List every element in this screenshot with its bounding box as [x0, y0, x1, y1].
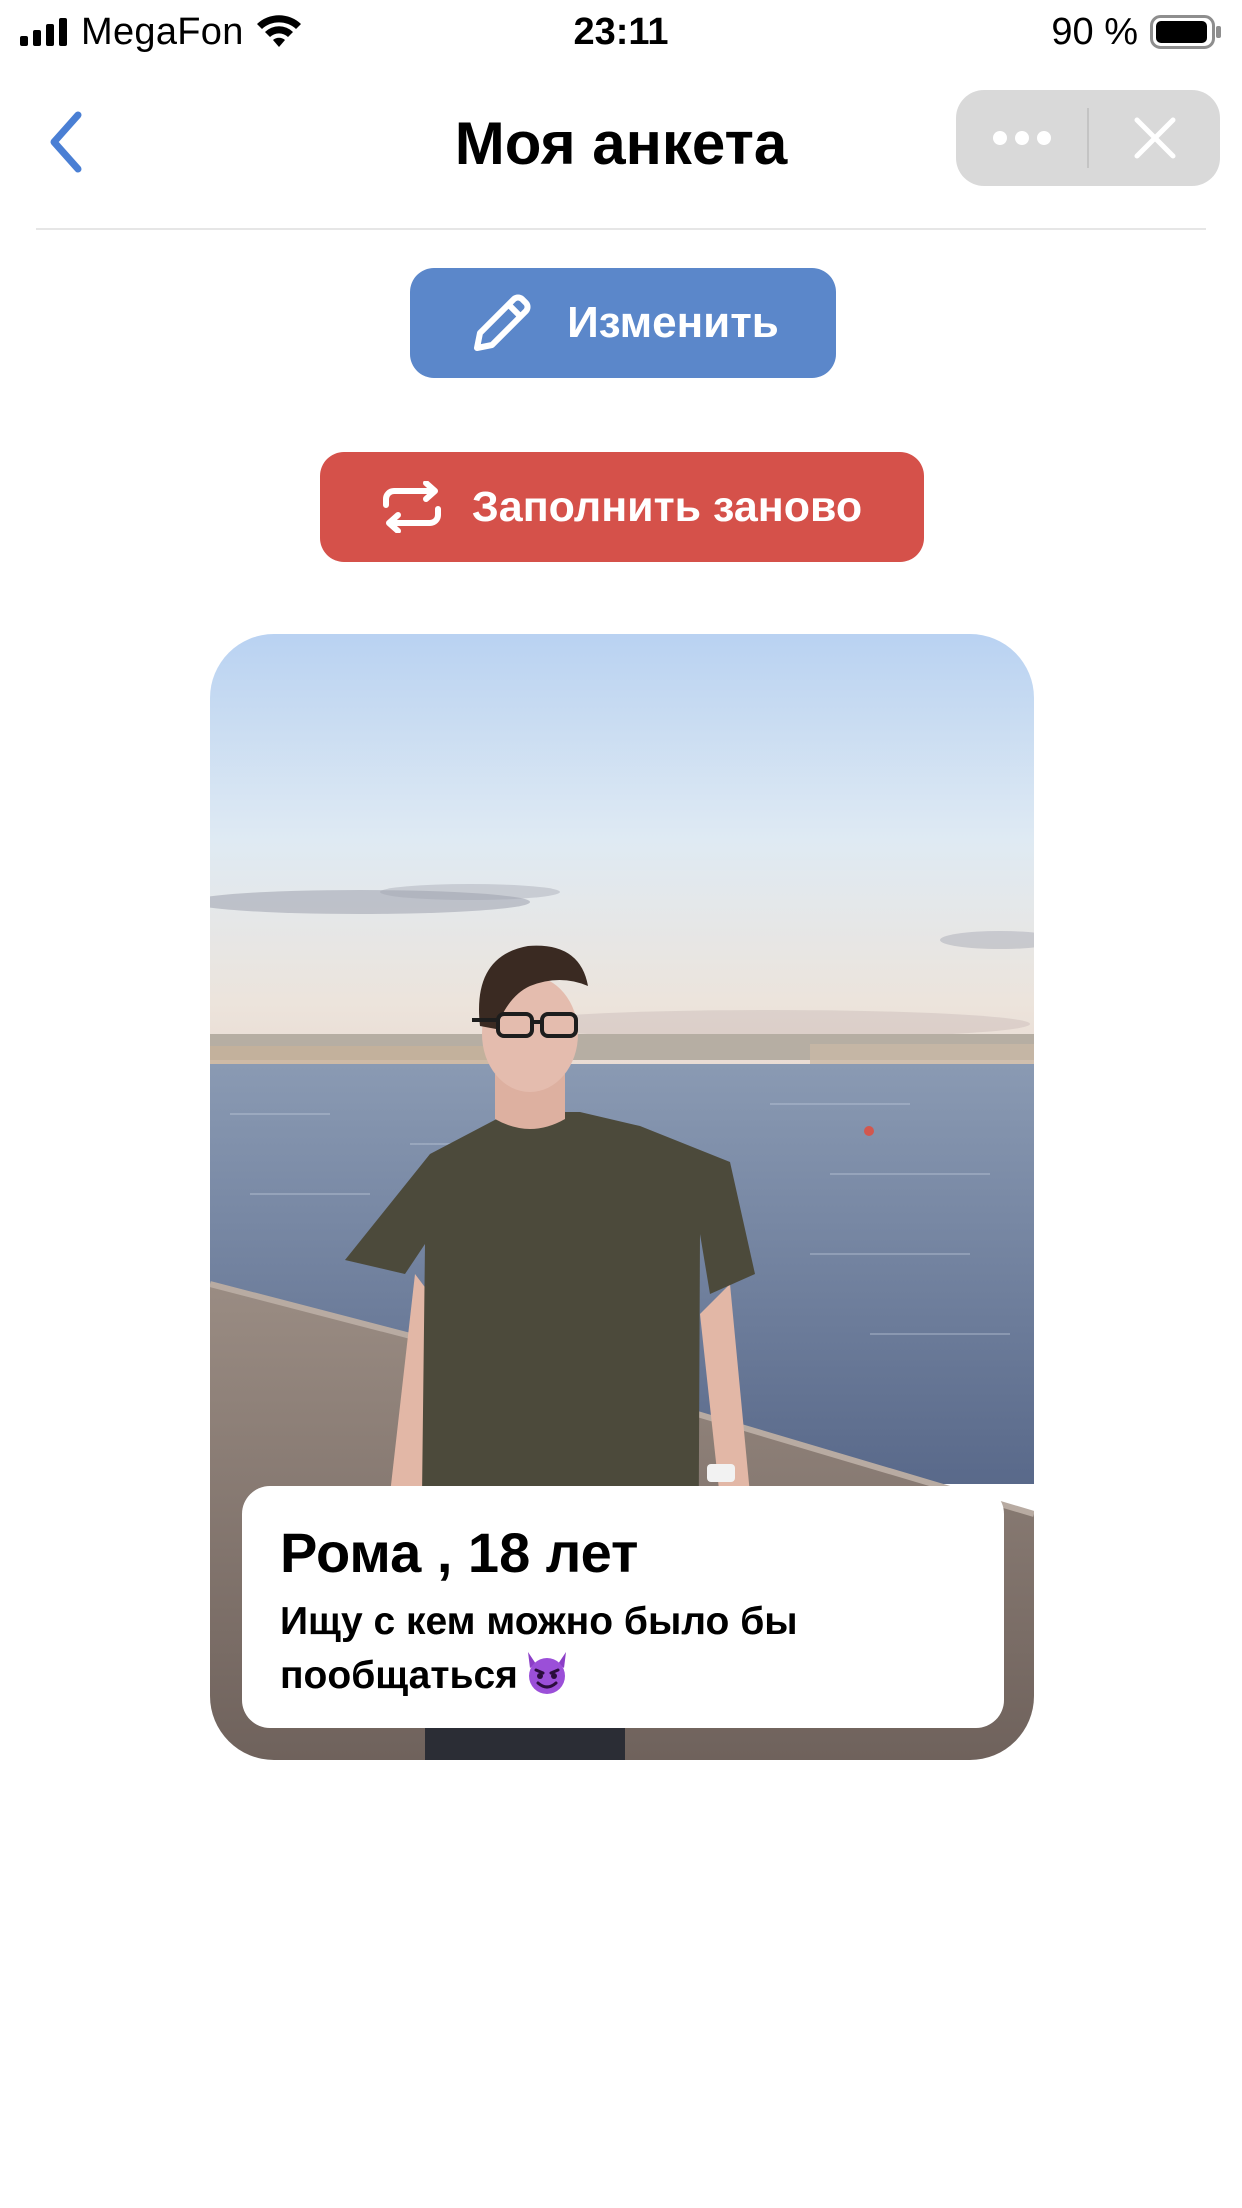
edit-button[interactable]: Изменить	[410, 268, 836, 378]
header-divider	[36, 228, 1206, 230]
profile-name-age: Рома , 18 лет	[280, 1521, 639, 1584]
more-button[interactable]	[956, 90, 1087, 186]
refill-button[interactable]: Заполнить заново	[320, 452, 924, 562]
more-dots-icon	[992, 131, 1051, 145]
close-icon	[1134, 117, 1175, 159]
edit-button-label: Изменить	[567, 298, 779, 347]
profile-bio: Ищу с кем можно было бы пообщаться	[280, 1596, 970, 1702]
battery-percent: 90 %	[1051, 10, 1138, 53]
status-right: 90 %	[1051, 8, 1222, 56]
profile-card[interactable]: THE Рома , 18 лет Ищу с кем можно было б…	[210, 634, 1034, 1760]
refill-button-label: Заполнить заново	[471, 482, 863, 531]
close-button[interactable]	[1089, 90, 1220, 186]
navigation-bar: Моя анкета	[0, 64, 1242, 230]
smiling-devil-emoji-icon	[527, 1652, 566, 1694]
battery-icon	[1150, 15, 1221, 49]
status-bar: MegaFon 23:11 90 %	[0, 0, 1242, 64]
mini-app-capsule	[956, 90, 1220, 186]
screen: MegaFon 23:11 90 % Моя анкета Изменить З…	[0, 0, 1242, 2208]
profile-info-box: Рома , 18 лет Ищу с кем можно было бы по…	[242, 1486, 1004, 1728]
repeat-icon	[382, 481, 441, 533]
pencil-icon	[474, 294, 531, 351]
